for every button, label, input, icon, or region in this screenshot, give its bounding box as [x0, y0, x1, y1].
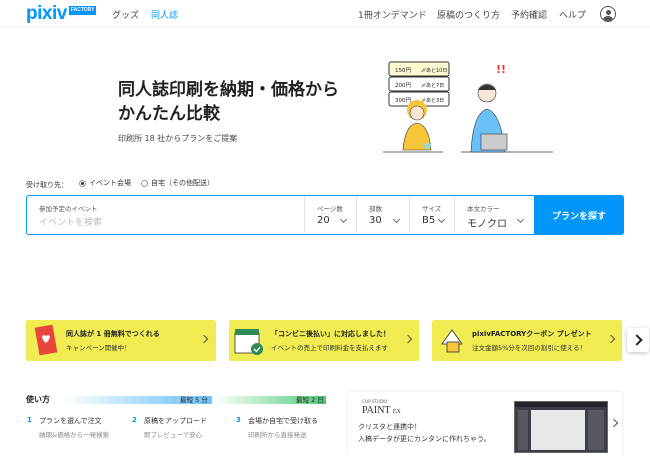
- carousel-next-button[interactable]: [627, 328, 649, 352]
- svg-text:〆あと3日: 〆あと3日: [421, 98, 444, 104]
- chevron-down-icon: [339, 215, 348, 224]
- clip-line2: 入稿データが更にカンタンに作れちゃう。: [358, 435, 491, 443]
- size-select[interactable]: サイズ B5: [410, 196, 455, 233]
- clip-studio-banner[interactable]: CLIP STUDIO PAINT EX クリスタと連携中！ 入稿データが更にカ…: [348, 392, 622, 456]
- logo-text: pixiv: [26, 3, 67, 24]
- receive-label: 受け取り先：: [26, 181, 68, 189]
- radio-home-delivery[interactable]: 自宅（その他配送）: [141, 178, 214, 188]
- step-sub: 納期&価格から一発検索: [39, 431, 110, 439]
- chevron-down-icon: [516, 215, 525, 224]
- price-card-2: 200円 〆あと7日: [388, 76, 450, 92]
- banner-convenience-pay[interactable]: 「コンビニ後払い」に対応しました！ イベントの売上で印刷料金を支払えます: [229, 320, 419, 361]
- radio-event-venue[interactable]: イベント会場: [79, 178, 131, 188]
- app-screenshot-image: [514, 401, 608, 453]
- banner-free-book[interactable]: 同人誌が 1 冊無料でつくれる キャンペーン開催中！: [26, 320, 216, 361]
- chevron-down-icon: [437, 215, 446, 224]
- nav-manuscript-guide[interactable]: 原稿のつくり方: [437, 8, 500, 21]
- nav-help[interactable]: ヘルプ: [559, 8, 586, 21]
- radio-selected-icon: [79, 179, 86, 187]
- clip-brand: CLIP STUDIO: [362, 399, 388, 404]
- chevron-right-icon: [606, 334, 616, 344]
- event-field[interactable]: 参加予定のイベント イベントを検索: [27, 196, 305, 233]
- svg-text:150円: 150円: [395, 67, 411, 74]
- hero-illustration: 150円 〆あと10日 200円 〆あと7日 300円 〆あと3日 !!: [383, 61, 553, 153]
- find-plan-button[interactable]: プランを探す: [534, 195, 624, 235]
- chevron-right-icon: [609, 418, 619, 428]
- svg-text:〆あと10日: 〆あと10日: [421, 68, 447, 74]
- convenience-store-icon: [234, 329, 263, 355]
- user-icon[interactable]: [600, 6, 616, 22]
- hero-subtitle: 印刷所 18 社からプランをご提案: [118, 134, 238, 143]
- pages-select[interactable]: ページ数 20: [305, 196, 357, 233]
- coupon-gift-icon: [441, 329, 463, 353]
- banner-coupon[interactable]: pixivFACTORYクーポン プレゼント 注文金額5%分を次回の割引に使える…: [432, 320, 622, 361]
- price-card-1: 150円 〆あと10日: [388, 61, 450, 77]
- timeline-days-label: 最短 2 日: [296, 396, 324, 404]
- nav-doujinshi[interactable]: 同人誌: [151, 8, 178, 21]
- step-number: 1: [27, 416, 32, 424]
- logo-badge: FACTORY: [68, 6, 97, 15]
- event-search-input[interactable]: イベントを検索: [39, 215, 102, 228]
- step-number: 3: [236, 416, 241, 424]
- book-heart-icon: [34, 324, 58, 356]
- step-number: 2: [132, 416, 137, 424]
- nav-goods[interactable]: グッズ: [112, 8, 139, 21]
- radio-unselected-icon: [141, 179, 148, 187]
- svg-text:300円: 300円: [395, 97, 411, 104]
- man-figure: !!: [470, 63, 508, 153]
- nav-on-demand[interactable]: 1冊オンデマンド: [358, 8, 427, 21]
- copies-select[interactable]: 部数 30: [357, 196, 410, 233]
- howto-title: 使い方: [26, 395, 50, 404]
- step-title: プランを選んで注文: [39, 417, 102, 425]
- step-sub: 即プレビューで安心: [144, 431, 203, 439]
- timeline-fastest-label: 最短 5 分: [180, 396, 208, 404]
- chevron-right-icon: [403, 334, 413, 344]
- color-select[interactable]: 本文カラー モノクロ: [455, 196, 533, 233]
- site-header: pixiv FACTORY グッズ 同人誌 1冊オンデマンド 原稿のつくり方 予…: [0, 0, 650, 28]
- step-title: 会場か自宅で受け取る: [248, 417, 318, 425]
- svg-text:〆あと7日: 〆あと7日: [421, 83, 444, 89]
- pixiv-factory-logo[interactable]: pixiv FACTORY: [26, 3, 97, 24]
- exclaim-mark: !!: [496, 63, 506, 76]
- nav-reservation[interactable]: 予約確認: [511, 8, 547, 21]
- step-title: 原稿をアップロード: [144, 417, 207, 425]
- hero-title: 同人誌印刷を納期・価格から かんたん比較: [118, 80, 339, 124]
- svg-text:200円: 200円: [395, 82, 411, 89]
- clip-line1: クリスタと連携中！: [358, 423, 421, 431]
- step-sub: 印刷所から直接発送: [248, 431, 307, 439]
- chevron-down-icon: [392, 215, 401, 224]
- chevron-right-icon: [199, 334, 209, 344]
- woman-figure: [402, 100, 432, 151]
- clip-studio-logo: PAINT EX: [362, 405, 401, 416]
